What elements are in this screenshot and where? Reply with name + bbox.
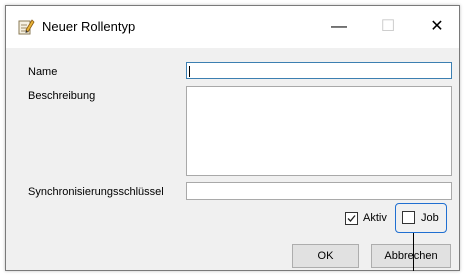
description-label: Beschreibung — [28, 90, 96, 102]
edit-document-icon — [18, 19, 35, 35]
close-button[interactable]: ✕ — [414, 6, 460, 48]
minimize-button[interactable]: — — [316, 6, 362, 48]
active-checkbox[interactable] — [345, 212, 358, 225]
sync-key-label: Synchronisierungsschlüssel — [28, 186, 164, 198]
window-title: Neuer Rollentyp — [42, 19, 136, 34]
dialog-window: Neuer Rollentyp — ☐ ✕ Name Beschreibung … — [5, 5, 460, 271]
sync-key-input[interactable] — [186, 182, 452, 200]
job-label: Job — [421, 212, 439, 224]
name-label: Name — [28, 66, 58, 78]
title-bar[interactable]: Neuer Rollentyp — ☐ ✕ — [6, 6, 459, 48]
cancel-button[interactable]: Abbrechen — [371, 244, 451, 268]
name-input[interactable] — [186, 62, 452, 79]
checkmark-icon — [347, 215, 356, 222]
description-textarea[interactable] — [186, 86, 452, 176]
text-caret — [189, 66, 190, 77]
active-label: Aktiv — [363, 212, 387, 224]
job-checkbox[interactable] — [402, 211, 415, 224]
callout-pointer-line — [413, 233, 414, 271]
maximize-button[interactable]: ☐ — [365, 6, 411, 48]
ok-button[interactable]: OK — [292, 244, 359, 268]
